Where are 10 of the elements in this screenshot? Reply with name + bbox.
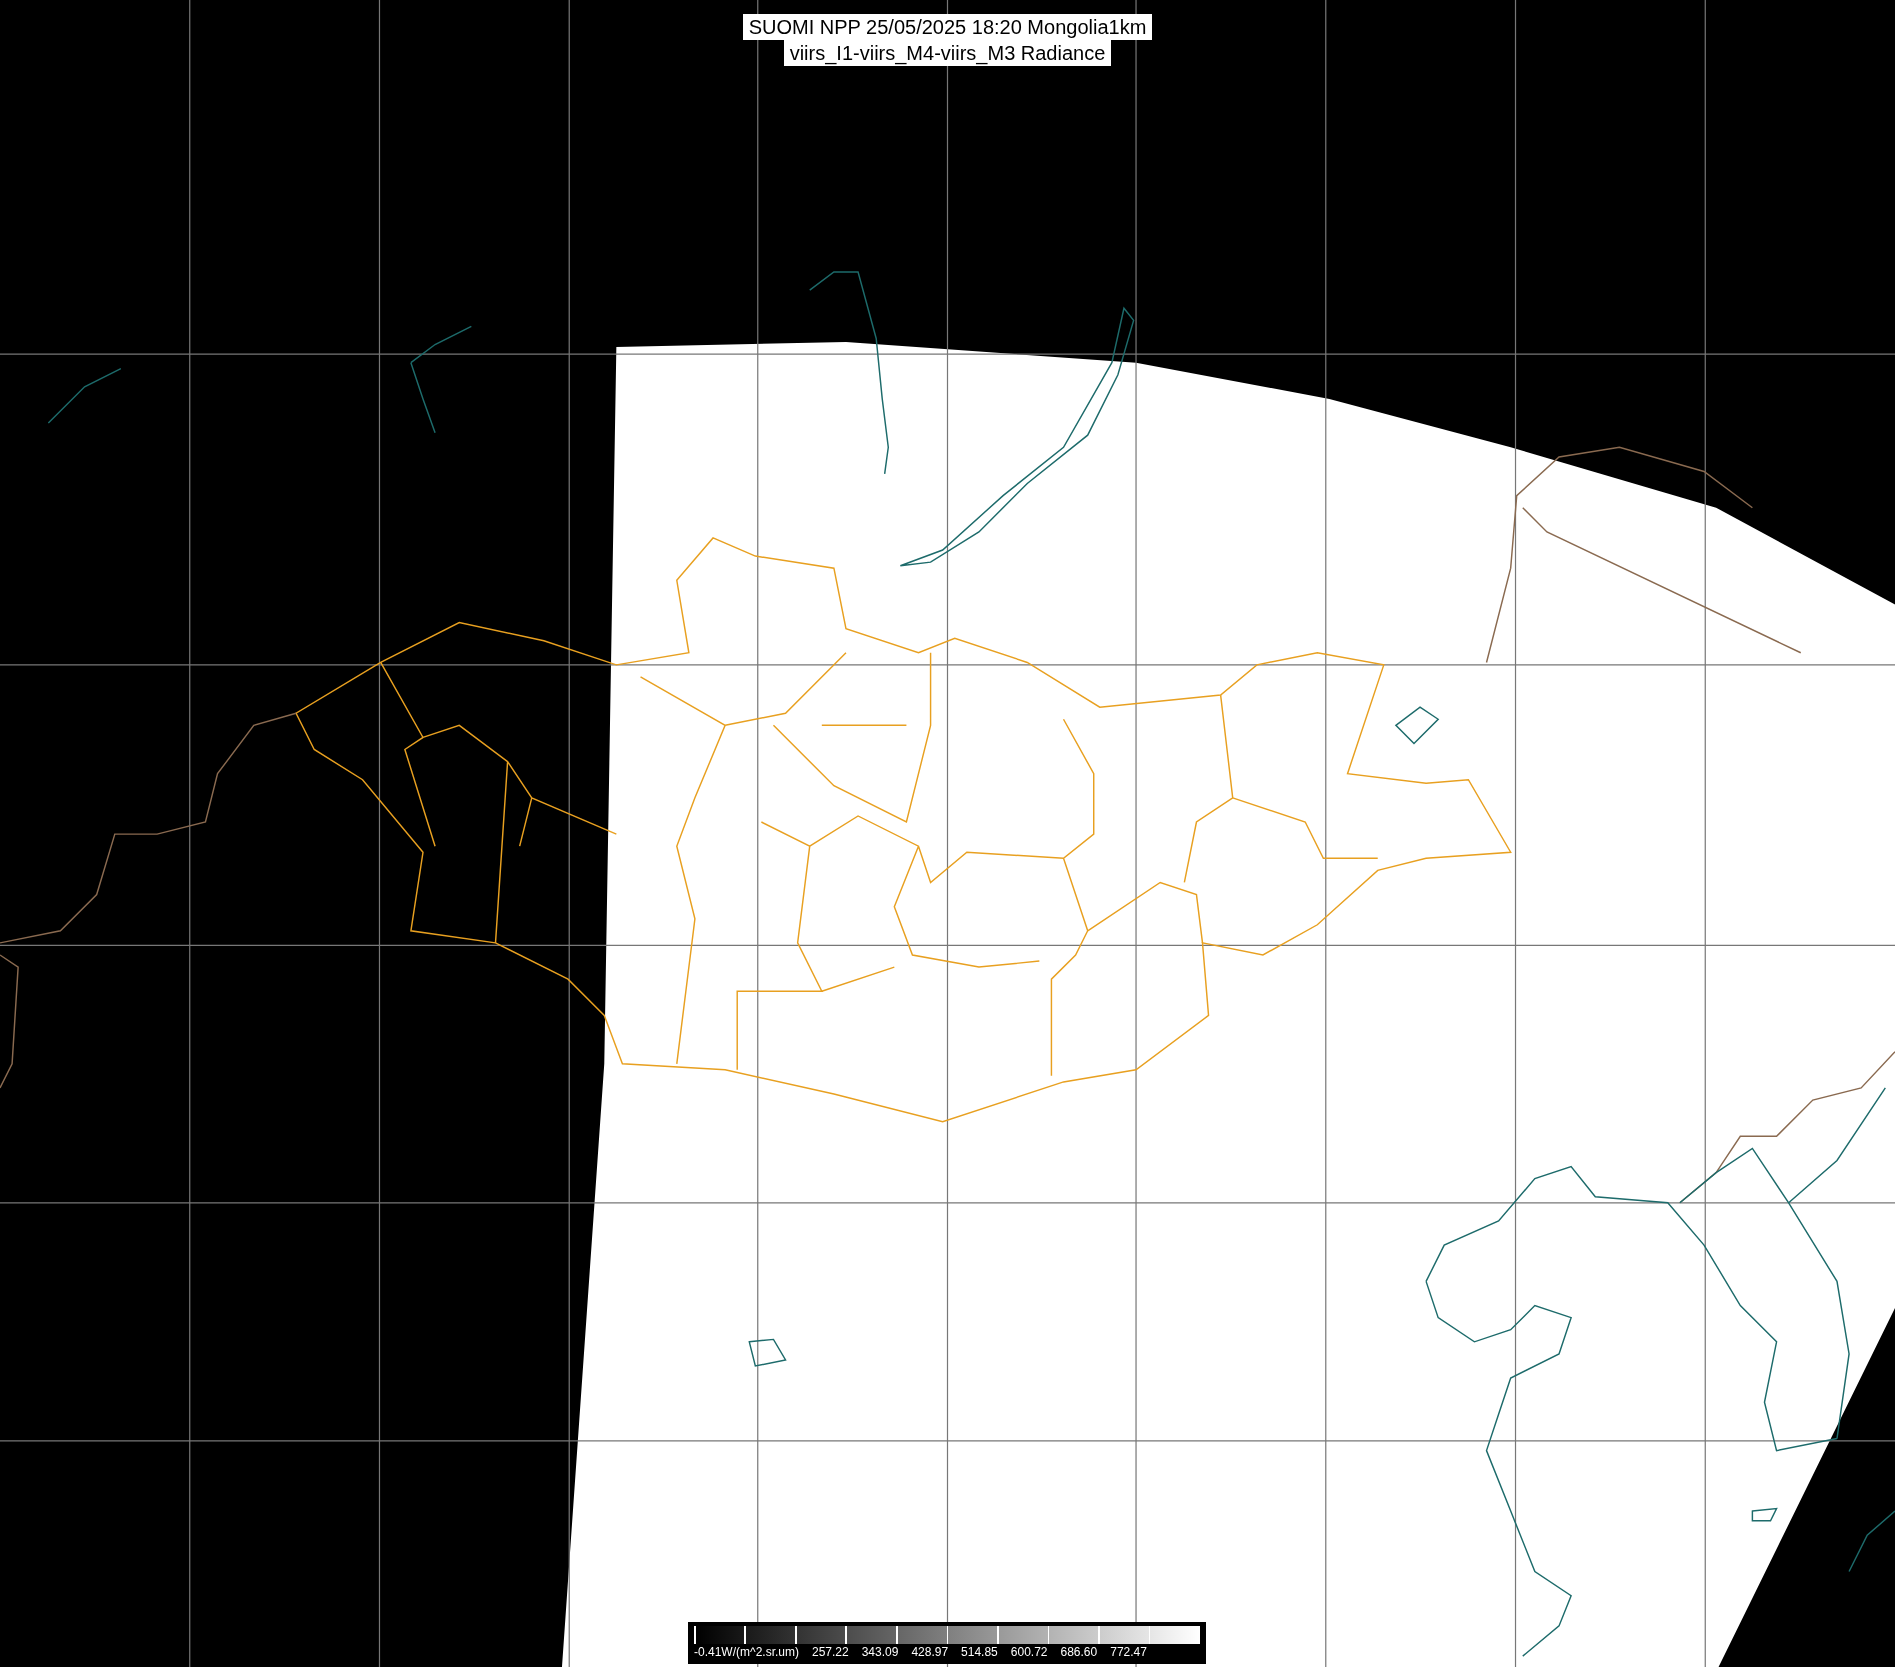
colorbar-unit-label: -0.41W/(m^2.sr.um): [694, 1645, 799, 1659]
image-title: viirs_I1-viirs_M4-viirs_M3 Radiance: [783, 40, 1112, 66]
colorbar-tick-label: 343.09: [861, 1645, 899, 1659]
colorbar-tick-label: 514.85: [961, 1645, 998, 1659]
colorbar-tick-label: 428.97: [911, 1645, 949, 1659]
colorbar-tick-label: 772.47: [1110, 1645, 1147, 1659]
colorbar-tick-label: 257.22: [812, 1645, 849, 1659]
colorbar-tick-label: 600.72: [1010, 1645, 1048, 1659]
colorbar-tick-label: 686.60: [1060, 1645, 1098, 1659]
image-title: SUOMI NPP 25/05/2025 18:20 Mongolia1km: [742, 14, 1153, 40]
